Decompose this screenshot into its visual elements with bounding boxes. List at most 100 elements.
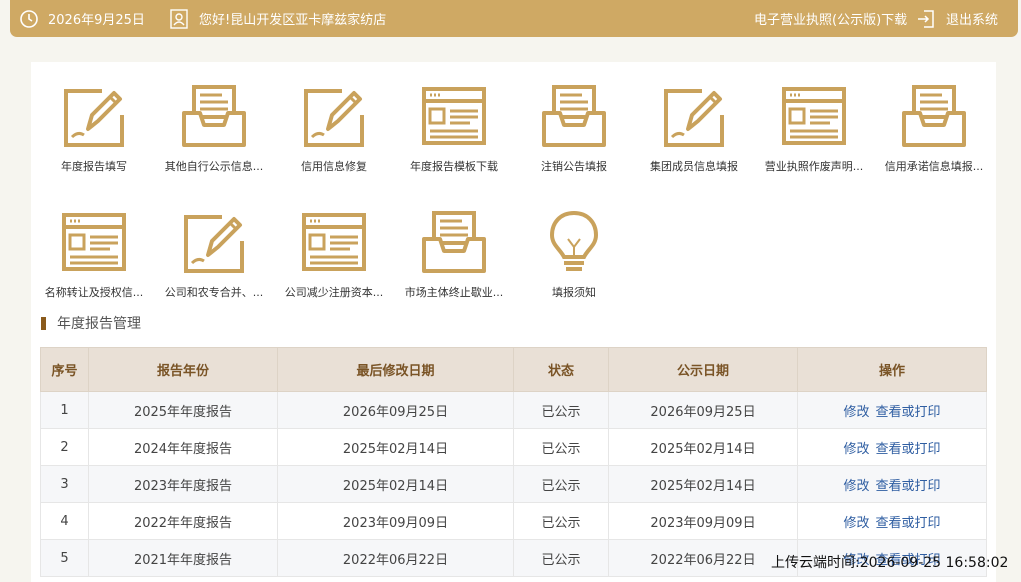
col-header: 最后修改日期: [277, 347, 514, 392]
tile-template-download[interactable]: 年度报告模板下载: [394, 85, 514, 203]
table-row: 3 2023年年度报告 2025年02月14日 已公示 2025年02月14日 …: [40, 465, 987, 503]
cell-status: 已公示: [513, 465, 609, 503]
greeting-text: 您好!昆山开发区亚卡摩兹家纺店: [199, 13, 387, 28]
tile-label: 集团成员信息填报: [650, 160, 738, 173]
cell-modified: 2025年02月14日: [277, 428, 514, 466]
tile-merger[interactable]: 公司和农专合并、...: [154, 211, 274, 329]
col-header: 公示日期: [608, 347, 798, 392]
section-heading: 年度报告管理: [41, 314, 141, 332]
browser-window-icon: [422, 85, 486, 149]
cell-modified: 2023年09月09日: [277, 502, 514, 540]
tile-license-void[interactable]: 营业执照作废声明...: [754, 85, 874, 203]
col-header: 状态: [513, 347, 609, 392]
cell-actions: 修改 查看或打印: [797, 428, 987, 466]
cell-no: 2: [40, 428, 89, 466]
tile-capital-reduction[interactable]: 公司减少注册资本...: [274, 211, 394, 329]
cell-actions: 修改 查看或打印: [797, 502, 987, 540]
top-bar: 2026年9月25日 您好!昆山开发区亚卡摩兹家纺店 电子营业执照(公示版)下载…: [10, 0, 1018, 37]
cell-published: 2026年09月25日: [608, 391, 798, 429]
pencil-doc-icon: [302, 85, 366, 149]
edit-link[interactable]: 修改: [843, 442, 869, 457]
cell-status: 已公示: [513, 502, 609, 540]
inbox-tray-icon: [902, 85, 966, 149]
lightbulb-icon: [542, 211, 606, 275]
tile-label: 公司减少注册资本...: [284, 286, 384, 299]
cell-published: 2023年09月09日: [608, 502, 798, 540]
view-print-link[interactable]: 查看或打印: [876, 442, 941, 457]
tile-label: 信用信息修复: [301, 160, 367, 173]
pencil-doc-icon: [662, 85, 726, 149]
user-icon: [170, 9, 188, 29]
tile-label: 其他自行公示信息...: [164, 160, 264, 173]
edit-link[interactable]: 修改: [843, 405, 869, 420]
tile-filing-notice[interactable]: 填报须知: [514, 211, 634, 329]
cell-status: 已公示: [513, 428, 609, 466]
tile-name-transfer[interactable]: 名称转让及授权信...: [34, 211, 154, 329]
tile-label: 名称转让及授权信...: [44, 286, 144, 299]
cell-no: 4: [40, 502, 89, 540]
table-header-row: 序号 报告年份 最后修改日期 状态 公示日期 操作: [40, 347, 987, 392]
clock-icon: [19, 9, 39, 29]
table-row: 4 2022年年度报告 2023年09月09日 已公示 2023年09月09日 …: [40, 502, 987, 540]
cell-modified: 2022年06月22日: [277, 539, 514, 577]
pencil-doc-icon: [62, 85, 126, 149]
cell-year: 2025年年度报告: [88, 391, 278, 429]
cell-actions: 修改 查看或打印: [797, 465, 987, 503]
cell-published: 2025年02月14日: [608, 465, 798, 503]
upload-timestamp: 上传云端时间:2026-09-25 16:58:02: [771, 555, 1009, 571]
cell-no: 5: [40, 539, 89, 577]
section-marker: [41, 316, 46, 330]
cell-published: 2022年06月22日: [608, 539, 798, 577]
cell-modified: 2026年09月25日: [277, 391, 514, 429]
col-header: 报告年份: [88, 347, 278, 392]
view-print-link[interactable]: 查看或打印: [876, 405, 941, 420]
view-print-link[interactable]: 查看或打印: [876, 516, 941, 531]
browser-window-icon: [302, 211, 366, 275]
annual-report-table: 序号 报告年份 最后修改日期 状态 公示日期 操作 1 2025年年度报告 20…: [40, 347, 987, 577]
inbox-tray-icon: [182, 85, 246, 149]
cell-modified: 2025年02月14日: [277, 465, 514, 503]
inbox-tray-icon: [542, 85, 606, 149]
cell-status: 已公示: [513, 539, 609, 577]
tile-label: 公司和农专合并、...: [164, 286, 264, 299]
col-header: 序号: [40, 347, 89, 392]
inbox-tray-icon: [422, 211, 486, 275]
tile-group-member[interactable]: 集团成员信息填报: [634, 85, 754, 203]
tile-label: 信用承诺信息填报...: [884, 160, 984, 173]
edit-link[interactable]: 修改: [843, 516, 869, 531]
logout-icon[interactable]: [917, 9, 935, 29]
logout-link[interactable]: 退出系统: [946, 0, 998, 37]
section-title: 年度报告管理: [57, 316, 141, 332]
table-row: 2 2024年年度报告 2025年02月14日 已公示 2025年02月14日 …: [40, 428, 987, 466]
tile-label: 市场主体终止歇业...: [404, 286, 504, 299]
cell-year: 2023年年度报告: [88, 465, 278, 503]
edit-link[interactable]: 修改: [843, 479, 869, 494]
license-download-link[interactable]: 电子营业执照(公示版)下载: [754, 0, 907, 37]
tile-label: 年度报告填写: [61, 160, 127, 173]
browser-window-icon: [782, 85, 846, 149]
cell-no: 3: [40, 465, 89, 503]
cell-no: 1: [40, 391, 89, 429]
cell-year: 2021年年度报告: [88, 539, 278, 577]
tile-cancellation-notice[interactable]: 注销公告填报: [514, 85, 634, 203]
table-row: 1 2025年年度报告 2026年09月25日 已公示 2026年09月25日 …: [40, 391, 987, 429]
tile-business-suspension[interactable]: 市场主体终止歇业...: [394, 211, 514, 329]
browser-window-icon: [62, 211, 126, 275]
col-header: 操作: [797, 347, 987, 392]
tile-label: 年度报告模板下载: [410, 160, 498, 173]
cell-year: 2024年年度报告: [88, 428, 278, 466]
tile-annual-report-fill[interactable]: 年度报告填写: [34, 85, 154, 203]
tile-label: 填报须知: [552, 286, 596, 299]
tile-credit-repair[interactable]: 信用信息修复: [274, 85, 394, 203]
tile-credit-commitment[interactable]: 信用承诺信息填报...: [874, 85, 994, 203]
view-print-link[interactable]: 查看或打印: [876, 479, 941, 494]
current-date: 2026年9月25日: [48, 13, 145, 28]
cell-actions: 修改 查看或打印: [797, 391, 987, 429]
tile-label: 营业执照作废声明...: [764, 160, 864, 173]
tile-other-disclosure[interactable]: 其他自行公示信息...: [154, 85, 274, 203]
cell-status: 已公示: [513, 391, 609, 429]
pencil-doc-icon: [182, 211, 246, 275]
cell-published: 2025年02月14日: [608, 428, 798, 466]
tile-label: 注销公告填报: [541, 160, 607, 173]
cell-year: 2022年年度报告: [88, 502, 278, 540]
